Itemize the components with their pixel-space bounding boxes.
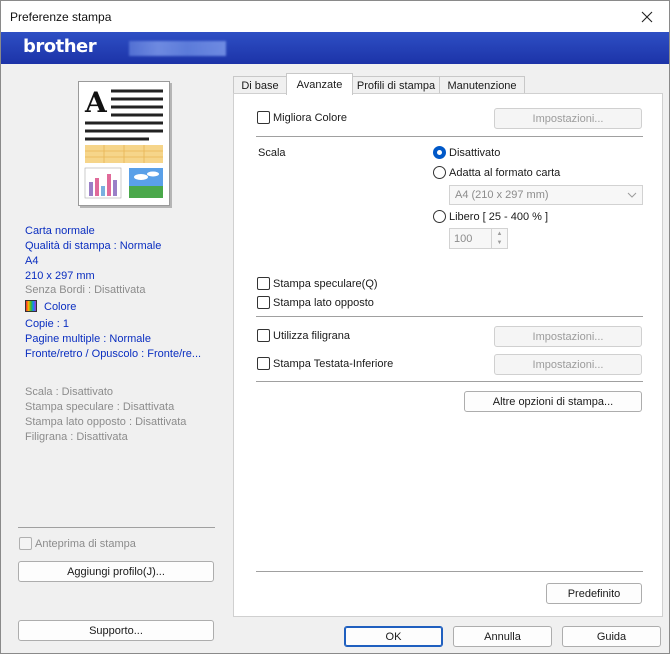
scale-label: Scala xyxy=(258,147,286,159)
header-footer-checkbox[interactable]: Stampa Testata-Inferiore xyxy=(257,357,393,370)
scale-off-radio[interactable]: Disattivato xyxy=(433,146,500,159)
model-name-blurred xyxy=(129,41,226,56)
header-footer-settings-button[interactable]: Impostazioni... xyxy=(494,354,642,375)
support-button[interactable]: Supporto... xyxy=(18,620,214,641)
chevron-down-icon xyxy=(627,192,637,198)
spinner-arrows[interactable]: ▲ ▼ xyxy=(491,229,507,248)
ok-button[interactable]: OK xyxy=(344,626,443,647)
info-copies: Copie : 1 xyxy=(25,318,70,330)
info-scale: Scala : Disattivato xyxy=(25,386,114,398)
scale-off-label: Disattivato xyxy=(449,146,501,159)
brand-banner: brother xyxy=(1,32,669,64)
help-button[interactable]: Guida xyxy=(562,626,661,647)
cancel-button[interactable]: Annulla xyxy=(453,626,552,647)
reverse-print-checkbox[interactable]: Stampa lato opposto xyxy=(257,296,374,309)
checkbox-box xyxy=(257,296,270,309)
free-scale-spinner[interactable]: 100 ▲ ▼ xyxy=(449,228,508,249)
page-preview-illustration: A xyxy=(84,86,163,199)
improve-color-checkbox[interactable]: Migliora Colore xyxy=(257,111,347,124)
info-color-label: Colore xyxy=(44,301,77,313)
divider-1 xyxy=(256,136,643,137)
paper-size-value: A4 (210 x 297 mm) xyxy=(455,189,549,201)
info-duplex: Fronte/retro / Opuscolo : Fronte/re... xyxy=(25,348,202,360)
checkbox-box xyxy=(257,357,270,370)
spin-up-icon: ▲ xyxy=(496,230,503,237)
improve-color-settings-button[interactable]: Impostazioni... xyxy=(494,108,642,129)
info-paper-size: A4 xyxy=(25,255,39,267)
page-preview-area: A xyxy=(25,81,200,214)
default-button[interactable]: Predefinito xyxy=(546,583,642,604)
settings-summary-panel: A Carta normale Qualità di stampa: Norm… xyxy=(9,74,223,648)
info-borderless: Senza Bordi : Disattivata xyxy=(25,284,146,296)
print-preview-checkbox[interactable]: Anteprima di stampa xyxy=(19,537,136,550)
window-title: Preferenze stampa xyxy=(10,10,112,24)
print-preview-label: Anteprima di stampa xyxy=(35,537,136,550)
free-scale-radio[interactable]: Libero [ 25 - 400 % ] xyxy=(433,210,548,223)
divider-2 xyxy=(256,316,643,317)
watermark-checkbox[interactable]: Utilizza filigrana xyxy=(257,329,350,342)
info-mirror: Stampa speculare : Disattivata xyxy=(25,401,175,413)
mirror-print-label: Stampa speculare(Q) xyxy=(273,277,378,290)
watermark-label: Utilizza filigrana xyxy=(273,329,351,342)
add-profile-button[interactable]: Aggiungi profilo(J)... xyxy=(18,561,214,582)
close-button[interactable] xyxy=(625,1,669,32)
info-paper-type: Carta normale xyxy=(25,225,95,237)
improve-color-label: Migliora Colore xyxy=(273,111,347,124)
close-icon xyxy=(641,11,653,22)
checkbox-box xyxy=(257,329,270,342)
spin-down-icon: ▼ xyxy=(496,240,503,247)
header-footer-label: Stampa Testata-Inferiore xyxy=(273,357,394,370)
brother-logo: brother xyxy=(23,36,97,57)
info-watermark: Filigrana : Disattivata xyxy=(25,431,128,443)
info-print-quality: Qualità di stampa : Normale xyxy=(25,240,162,252)
color-mode-icon xyxy=(25,300,37,312)
free-scale-value: 100 xyxy=(454,232,473,245)
radio-dot xyxy=(433,210,446,223)
info-paper-dimensions: 210 x 297 mm xyxy=(25,270,95,282)
checkbox-box xyxy=(257,277,270,290)
paper-size-select[interactable]: A4 (210 x 297 mm) xyxy=(449,185,643,205)
watermark-settings-button[interactable]: Impostazioni... xyxy=(494,326,642,347)
checkbox-box xyxy=(19,537,32,550)
radio-dot xyxy=(433,166,446,179)
mirror-print-checkbox[interactable]: Stampa speculare(Q) xyxy=(257,277,378,290)
svg-text:A: A xyxy=(84,86,108,119)
free-scale-label: Libero [ 25 - 400 % ] xyxy=(449,210,549,223)
divider-3 xyxy=(256,381,643,382)
print-preferences-window: Preferenze stampa brother A Carta normal… xyxy=(0,0,670,654)
fit-to-paper-radio[interactable]: Adatta al formato carta xyxy=(433,166,560,179)
info-color: Colore xyxy=(25,300,76,313)
divider-4 xyxy=(256,571,643,572)
tab-advanced[interactable]: Avanzate xyxy=(286,73,353,95)
other-print-options-button[interactable]: Altre opzioni di stampa... xyxy=(464,391,642,412)
checkbox-box xyxy=(257,111,270,124)
info-reverse: Stampa lato opposto : Disattivata xyxy=(25,416,187,428)
title-bar: Preferenze stampa xyxy=(1,1,669,32)
page-preview-thumbnail: A xyxy=(78,81,170,206)
fit-to-paper-label: Adatta al formato carta xyxy=(449,166,561,179)
reverse-print-label: Stampa lato opposto xyxy=(273,296,374,309)
radio-dot xyxy=(433,146,446,159)
info-multiple-pages: Pagine multiple : Normale xyxy=(25,333,151,345)
left-divider xyxy=(18,527,215,528)
advanced-tab-page: Migliora Colore Impostazioni... Scala Di… xyxy=(233,93,663,617)
